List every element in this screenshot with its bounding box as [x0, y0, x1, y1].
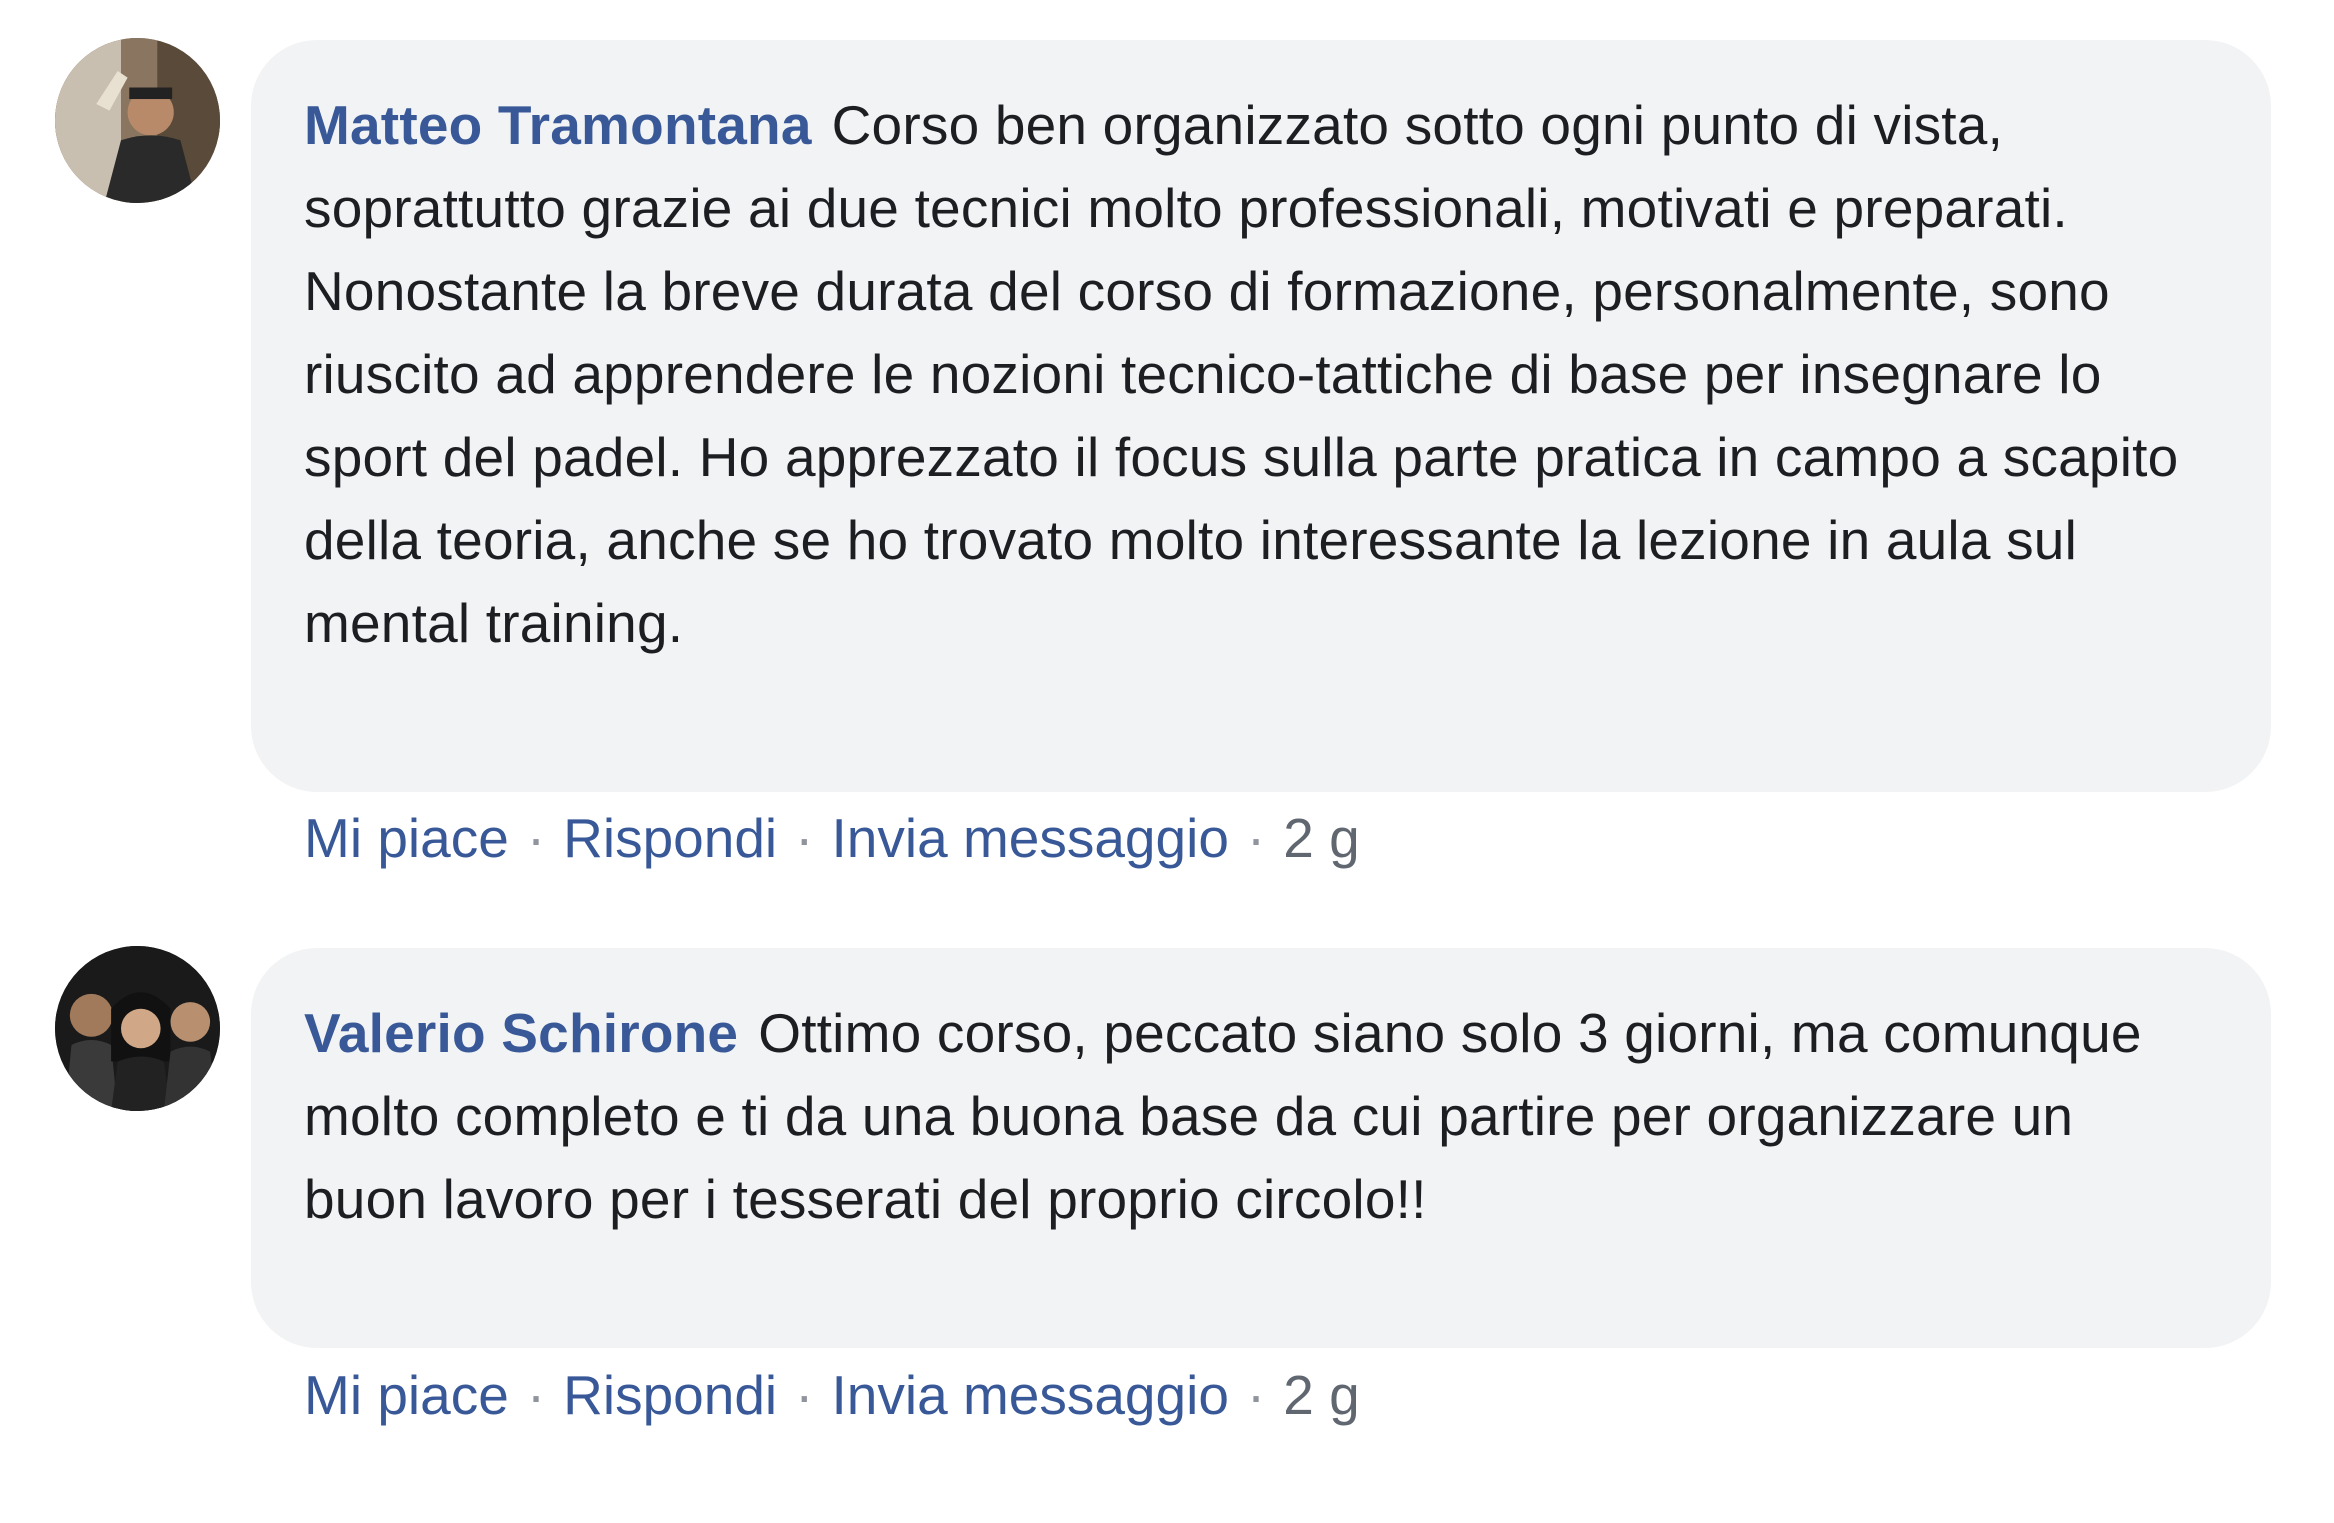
user-photo-avatar-icon: [55, 38, 220, 203]
comment-actions: Mi piace · Rispondi · Invia messaggio · 2 g: [304, 1360, 1360, 1430]
separator: ·: [526, 807, 546, 869]
separator: ·: [1246, 1364, 1266, 1426]
avatar[interactable]: [55, 946, 220, 1111]
comment-body: Matteo Tramontana Corso ben organizzato s…: [304, 84, 2209, 665]
separator: ·: [795, 807, 814, 869]
comment-author[interactable]: Matteo Tramontana: [304, 94, 812, 156]
separator: ·: [526, 1364, 546, 1426]
reply-link[interactable]: Rispondi: [563, 807, 777, 869]
comment-timestamp[interactable]: 2 g: [1283, 1364, 1359, 1426]
comment-actions: Mi piace · Rispondi · Invia messaggio · 2 g: [304, 803, 1360, 873]
group-photo-avatar-icon: [55, 946, 220, 1111]
comment-author[interactable]: Valerio Schirone: [304, 1002, 738, 1064]
comment-text: Corso ben organizzato sotto ogni punto d…: [304, 94, 2179, 654]
reply-link[interactable]: Rispondi: [563, 1364, 777, 1426]
separator: ·: [795, 1364, 814, 1426]
send-message-link[interactable]: Invia messaggio: [831, 1364, 1228, 1426]
avatar[interactable]: [55, 38, 220, 203]
separator: ·: [1246, 807, 1266, 869]
like-link[interactable]: Mi piace: [304, 807, 509, 869]
comment-body: Valerio Schirone Ottimo corso, peccato si…: [304, 992, 2209, 1241]
like-link[interactable]: Mi piace: [304, 1364, 509, 1426]
comment-bubble: Valerio Schirone Ottimo corso, peccato si…: [251, 948, 2271, 1348]
comment-timestamp[interactable]: 2 g: [1283, 807, 1359, 869]
comment-bubble: Matteo Tramontana Corso ben organizzato s…: [251, 40, 2271, 792]
send-message-link[interactable]: Invia messaggio: [831, 807, 1228, 869]
